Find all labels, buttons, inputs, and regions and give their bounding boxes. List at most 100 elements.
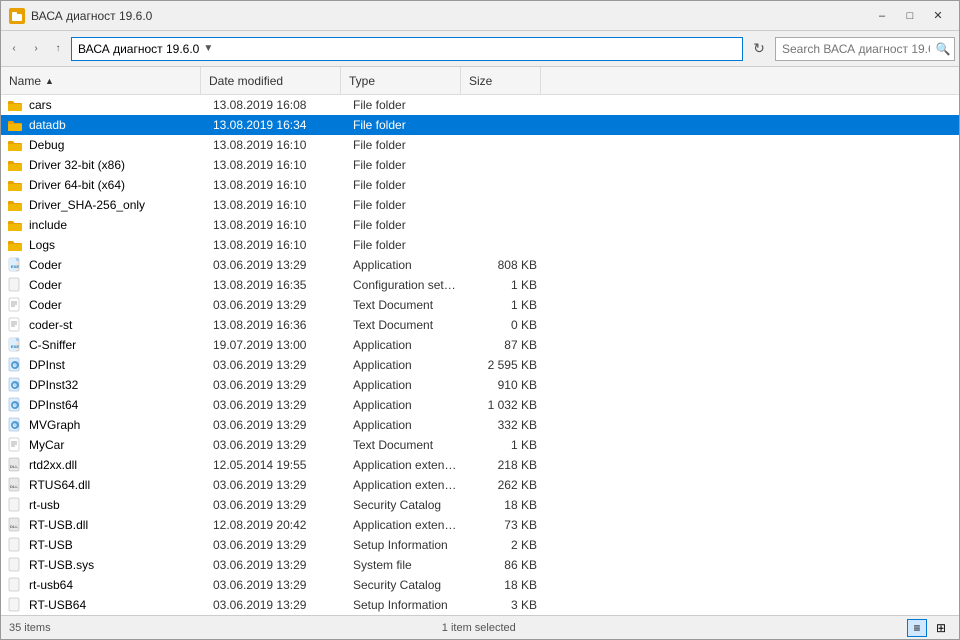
- table-row[interactable]: ⚙ DPInst64 03.06.2019 13:29 Application …: [1, 395, 959, 415]
- file-size: 73 KB: [465, 518, 545, 532]
- file-type: System file: [345, 558, 465, 572]
- file-type: Application extens...: [345, 458, 465, 472]
- file-icon: [5, 435, 25, 455]
- back-button[interactable]: ‹: [5, 37, 23, 61]
- file-type: Application: [345, 338, 465, 352]
- file-date: 03.06.2019 13:29: [205, 478, 345, 492]
- table-row[interactable]: Logs 13.08.2019 16:10 File folder: [1, 235, 959, 255]
- refresh-button[interactable]: ↻: [747, 37, 771, 61]
- table-row[interactable]: DLL RTUS64.dll 03.06.2019 13:29 Applicat…: [1, 475, 959, 495]
- table-row[interactable]: coder-st 13.08.2019 16:36 Text Document …: [1, 315, 959, 335]
- addressbar: ‹ › ↑ ВАСА диагност 19.6.0 ▼ ↻ 🔍: [1, 31, 959, 67]
- file-type: File folder: [345, 98, 465, 112]
- table-row[interactable]: DLL RT-USB.dll 12.08.2019 20:42 Applicat…: [1, 515, 959, 535]
- svg-text:DLL: DLL: [10, 484, 18, 489]
- table-row[interactable]: Driver_SHA-256_only 13.08.2019 16:10 Fil…: [1, 195, 959, 215]
- file-date: 19.07.2019 13:00: [205, 338, 345, 352]
- file-type: Setup Information: [345, 538, 465, 552]
- table-row[interactable]: Debug 13.08.2019 16:10 File folder: [1, 135, 959, 155]
- search-button[interactable]: 🔍: [933, 39, 953, 59]
- file-name: MyCar: [25, 438, 205, 452]
- svg-text:⚙: ⚙: [13, 403, 18, 409]
- col-header-size[interactable]: Size: [461, 67, 541, 94]
- file-name: RT-USB.sys: [25, 558, 205, 572]
- file-name: cars: [25, 98, 205, 112]
- file-name: Logs: [25, 238, 205, 252]
- col-header-type[interactable]: Type: [341, 67, 461, 94]
- table-row[interactable]: rt-usb 03.06.2019 13:29 Security Catalog…: [1, 495, 959, 515]
- file-date: 03.06.2019 13:29: [205, 598, 345, 612]
- file-name: Debug: [25, 138, 205, 152]
- file-date: 03.06.2019 13:29: [205, 538, 345, 552]
- file-size: 0 KB: [465, 318, 545, 332]
- table-row[interactable]: ⚙ MVGraph 03.06.2019 13:29 Application 3…: [1, 415, 959, 435]
- file-type: Application: [345, 398, 465, 412]
- table-row[interactable]: datadb 13.08.2019 16:34 File folder: [1, 115, 959, 135]
- table-row[interactable]: EXE C-Sniffer 19.07.2019 13:00 Applicati…: [1, 335, 959, 355]
- details-view-button[interactable]: ≡: [907, 619, 927, 637]
- table-row[interactable]: cars 13.08.2019 16:08 File folder: [1, 95, 959, 115]
- file-type: File folder: [345, 178, 465, 192]
- file-name: rtd2xx.dll: [25, 458, 205, 472]
- file-icon: DLL: [5, 515, 25, 535]
- svg-text:EXE: EXE: [11, 264, 19, 269]
- large-icons-view-button[interactable]: ⊞: [931, 619, 951, 637]
- file-name: MVGraph: [25, 418, 205, 432]
- table-row[interactable]: DLL rtd2xx.dll 12.05.2014 19:55 Applicat…: [1, 455, 959, 475]
- table-row[interactable]: RT-USB64 03.06.2019 13:29 Setup Informat…: [1, 595, 959, 615]
- table-row[interactable]: EXE Coder 03.06.2019 13:29 Application 8…: [1, 255, 959, 275]
- file-icon: [5, 315, 25, 335]
- file-type: Security Catalog: [345, 498, 465, 512]
- address-path[interactable]: ВАСА диагност 19.6.0 ▼: [71, 37, 743, 61]
- file-name: RTUS64.dll: [25, 478, 205, 492]
- table-row[interactable]: Driver 32-bit (x86) 13.08.2019 16:10 Fil…: [1, 155, 959, 175]
- table-row[interactable]: ⚙ DPInst 03.06.2019 13:29 Application 2 …: [1, 355, 959, 375]
- file-icon: [5, 135, 25, 155]
- file-name: DPInst: [25, 358, 205, 372]
- statusbar: 35 items 1 item selected ≡ ⊞: [1, 615, 959, 639]
- table-row[interactable]: ⚙ DPInst32 03.06.2019 13:29 Application …: [1, 375, 959, 395]
- table-row[interactable]: RT-USB 03.06.2019 13:29 Setup Informatio…: [1, 535, 959, 555]
- svg-text:EXE: EXE: [11, 344, 19, 349]
- table-row[interactable]: Coder 03.06.2019 13:29 Text Document 1 K…: [1, 295, 959, 315]
- file-name: RT-USB64: [25, 598, 205, 612]
- file-icon: [5, 275, 25, 295]
- file-type: File folder: [345, 158, 465, 172]
- minimize-button[interactable]: –: [869, 5, 895, 27]
- file-size: 808 KB: [465, 258, 545, 272]
- search-input[interactable]: [775, 37, 955, 61]
- file-date: 03.06.2019 13:29: [205, 438, 345, 452]
- window-title: ВАСА диагност 19.6.0: [31, 9, 869, 23]
- maximize-button[interactable]: □: [897, 5, 923, 27]
- file-date: 13.08.2019 16:10: [205, 138, 345, 152]
- file-icon: [5, 95, 25, 115]
- table-row[interactable]: Coder 13.08.2019 16:35 Configuration set…: [1, 275, 959, 295]
- view-controls: ≡ ⊞: [907, 619, 951, 637]
- table-row[interactable]: Driver 64-bit (x64) 13.08.2019 16:10 Fil…: [1, 175, 959, 195]
- file-name: Driver 32-bit (x86): [25, 158, 205, 172]
- table-row[interactable]: RT-USB.sys 03.06.2019 13:29 System file …: [1, 555, 959, 575]
- filelist-body[interactable]: cars 13.08.2019 16:08 File folder datadb…: [1, 95, 959, 615]
- file-date: 03.06.2019 13:29: [205, 298, 345, 312]
- file-type: Application: [345, 378, 465, 392]
- file-date: 03.06.2019 13:29: [205, 418, 345, 432]
- file-date: 12.08.2019 20:42: [205, 518, 345, 532]
- forward-button[interactable]: ›: [27, 37, 45, 61]
- table-row[interactable]: MyCar 03.06.2019 13:29 Text Document 1 K…: [1, 435, 959, 455]
- file-icon: DLL: [5, 455, 25, 475]
- file-name: Coder: [25, 258, 205, 272]
- file-date: 03.06.2019 13:29: [205, 378, 345, 392]
- file-size: 1 032 KB: [465, 398, 545, 412]
- file-icon: [5, 175, 25, 195]
- up-button[interactable]: ↑: [49, 37, 67, 61]
- explorer-window: ВАСА диагност 19.6.0 – □ ✕ ‹ › ↑ ВАСА ди…: [0, 0, 960, 640]
- file-date: 12.05.2014 19:55: [205, 458, 345, 472]
- table-row[interactable]: include 13.08.2019 16:10 File folder: [1, 215, 959, 235]
- file-size: 218 KB: [465, 458, 545, 472]
- table-row[interactable]: rt-usb64 03.06.2019 13:29 Security Catal…: [1, 575, 959, 595]
- close-button[interactable]: ✕: [925, 5, 951, 27]
- file-type: File folder: [345, 238, 465, 252]
- col-header-name[interactable]: Name ▲: [1, 67, 201, 94]
- file-icon: EXE: [5, 335, 25, 355]
- col-header-date[interactable]: Date modified: [201, 67, 341, 94]
